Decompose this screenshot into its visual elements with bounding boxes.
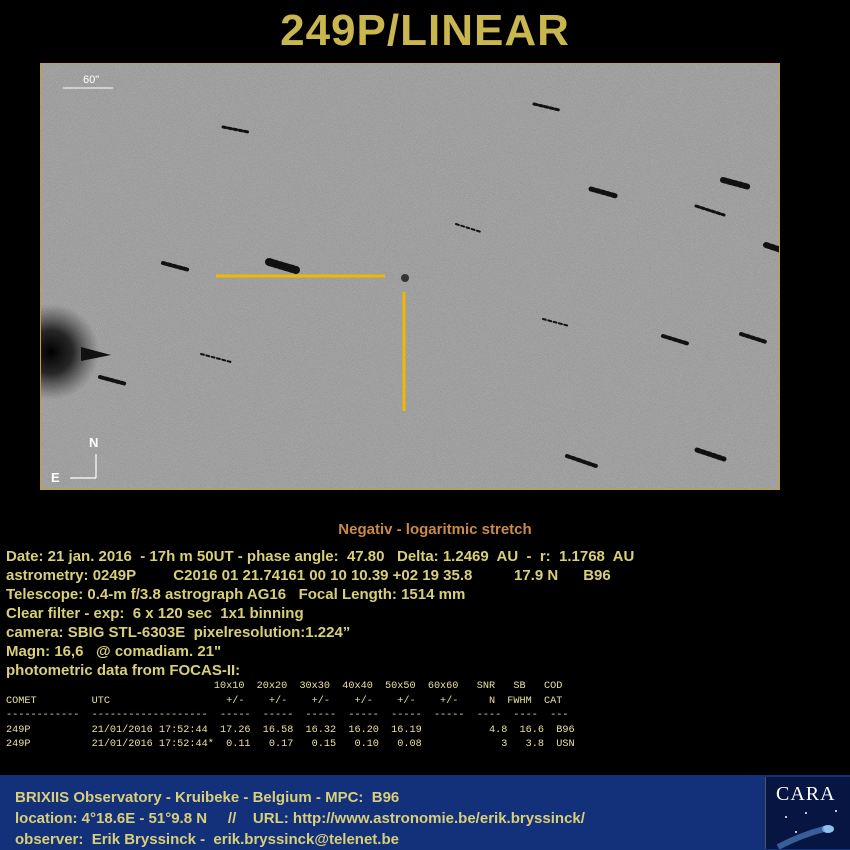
east-label: E (51, 470, 60, 485)
footer-observer: observer: Erik Bryssinck - erik.bryssinc… (15, 831, 399, 848)
image-subtitle: Negativ - logaritmic stretch (338, 521, 532, 538)
info-line: Date: 21 jan. 2016 - 17h m 50UT - phase … (6, 548, 635, 565)
scale-label: 60" (83, 74, 100, 86)
north-label: N (89, 435, 99, 450)
cara-logo: CARA (765, 777, 850, 849)
comet-image: 60" N E (40, 63, 780, 490)
footer-text: BRIXIIS Observatory - Kruibeke - Belgium… (15, 787, 585, 850)
info-line: astrometry: 0249P C2016 01 21.74161 00 1… (6, 567, 611, 584)
info-line: Magn: 16,6 @ comadiam. 21" (6, 643, 222, 660)
info-line: Telescope: 0.4-m f/3.8 astrograph AG16 F… (6, 586, 466, 603)
comet-nucleus (401, 274, 409, 282)
info-line: camera: SBIG STL-6303E pixelresolution:1… (6, 624, 351, 641)
photometry-header: 10x10 20x20 30x30 40x40 50x50 60x60 SNR … (6, 681, 563, 692)
info-line: photometric data from FOCAS-II: (6, 662, 241, 679)
footer-location: location: 4°18.6E - 51°9.8 N // URL: htt… (15, 810, 585, 827)
info-line: Clear filter - exp: 6 x 120 sec 1x1 binn… (6, 605, 304, 622)
page-title: 249P/LINEAR (280, 6, 570, 55)
footer: BRIXIIS Observatory - Kruibeke - Belgium… (0, 775, 850, 850)
photometry-header: COMET UTC +/- +/- +/- +/- +/- +/- N FWHM… (6, 695, 563, 707)
photometry-table: 10x10 20x20 30x30 40x40 50x50 60x60 SNR … (6, 680, 575, 753)
star-field (41, 64, 779, 489)
observation-info: Date: 21 jan. 2016 - 17h m 50UT - phase … (6, 547, 634, 680)
photometry-separator: ------------ ------------------- ----- -… (6, 710, 569, 722)
photometry-row: 249P 21/01/2016 17:52:44* 0.11 0.17 0.15… (6, 739, 575, 751)
footer-observatory: BRIXIIS Observatory - Kruibeke - Belgium… (15, 789, 400, 806)
photometry-row: 249P 21/01/2016 17:52:44 17.26 16.58 16.… (6, 724, 575, 736)
logo-text: CARA (776, 783, 836, 805)
